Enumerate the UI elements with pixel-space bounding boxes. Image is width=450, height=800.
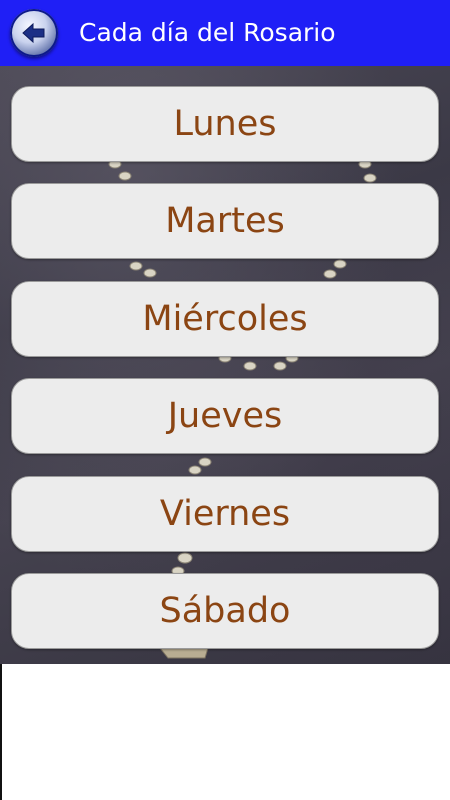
rosary-background: Lunes Martes Miércoles Jueves Viernes Sá…: [0, 66, 450, 664]
app-screen: Cada día del Rosario Lunes Martes Miérco…: [0, 0, 450, 800]
day-button-miercoles[interactable]: Miércoles: [11, 281, 439, 357]
page-title: Cada día del Rosario: [79, 18, 336, 47]
left-edge-line: [0, 664, 2, 800]
day-button-martes[interactable]: Martes: [11, 183, 439, 259]
day-button-lunes[interactable]: Lunes: [11, 86, 439, 162]
day-button-sabado[interactable]: Sábado: [11, 573, 439, 649]
day-button-viernes[interactable]: Viernes: [11, 476, 439, 552]
action-bar: Cada día del Rosario: [0, 0, 450, 66]
back-arrow-icon: [22, 22, 45, 44]
back-button[interactable]: [10, 9, 58, 57]
day-button-jueves[interactable]: Jueves: [11, 378, 439, 454]
